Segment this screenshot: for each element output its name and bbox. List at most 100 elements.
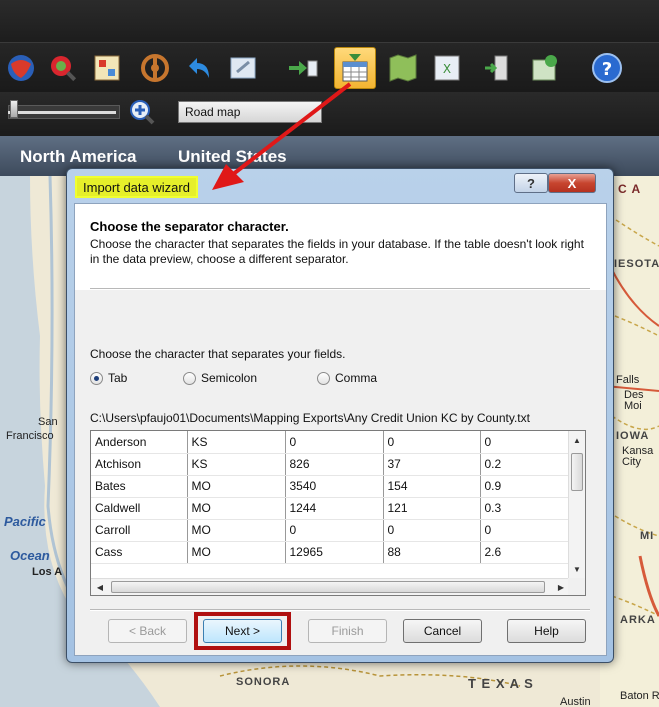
table-cell: 1244 bbox=[285, 497, 384, 520]
table-row: Atchison KS 826 37 0.2 bbox=[91, 453, 571, 476]
separator-prompt: Choose the character that separates your… bbox=[90, 347, 346, 361]
territory-map-icon[interactable] bbox=[386, 51, 420, 85]
wizard-description: Choose the character that separates the … bbox=[90, 237, 584, 266]
zoom-slider-fill bbox=[8, 111, 116, 114]
table-cell: Atchison bbox=[91, 453, 188, 476]
dialog-close-button[interactable]: X bbox=[548, 173, 596, 193]
table-cell: 0.3 bbox=[480, 497, 571, 520]
horizontal-scroll-thumb[interactable] bbox=[111, 581, 545, 593]
dialog-help-button[interactable]: ? bbox=[514, 173, 548, 193]
table-cell: KS bbox=[187, 431, 286, 454]
radio-tab[interactable]: Tab bbox=[90, 369, 127, 387]
zoom-in-icon[interactable] bbox=[128, 98, 156, 126]
map-label-baton: Baton R bbox=[620, 690, 659, 702]
svg-text:X: X bbox=[443, 62, 451, 76]
radio-semicolon-indicator[interactable] bbox=[183, 371, 196, 385]
table-cell: 0 bbox=[383, 519, 481, 542]
scroll-up-icon[interactable]: ▲ bbox=[570, 433, 584, 447]
radio-semicolon[interactable]: Semicolon bbox=[183, 369, 257, 387]
breadcrumb-country[interactable]: United States bbox=[178, 147, 287, 167]
table-cell: 88 bbox=[383, 541, 481, 564]
route-wheel-icon[interactable] bbox=[138, 51, 172, 85]
dialog-body: Choose the separator character. Choose t… bbox=[74, 203, 607, 656]
footer-divider bbox=[90, 609, 590, 611]
data-preview-grid[interactable]: Anderson KS 0 0 0 Atchison KS 826 37 0.2 bbox=[90, 430, 586, 596]
table-row: Anderson KS 0 0 0 bbox=[91, 431, 571, 454]
table-cell: 0 bbox=[285, 519, 384, 542]
horizontal-scrollbar[interactable]: ◀ ▶ bbox=[91, 578, 570, 595]
map-label-ca: C A bbox=[618, 182, 642, 196]
radio-tab-indicator[interactable] bbox=[90, 371, 103, 385]
table-cell: 0 bbox=[480, 519, 571, 542]
top-bar bbox=[0, 0, 659, 42]
table-cell: 0 bbox=[480, 431, 571, 454]
dialog-titlebar[interactable]: Import data wizard ? X bbox=[67, 169, 613, 205]
help-button[interactable]: Help bbox=[507, 619, 586, 643]
table-row: Bates MO 3540 154 0.9 bbox=[91, 475, 571, 498]
file-path-label: C:\Users\pfaujo01\Documents\Mapping Expo… bbox=[90, 411, 530, 425]
map-label-kansas-city: Kansa City bbox=[622, 445, 654, 468]
map-label-des-moines: Des Moi bbox=[624, 389, 644, 412]
cancel-button[interactable]: Cancel bbox=[403, 619, 482, 643]
radio-tab-label: Tab bbox=[108, 371, 128, 385]
scroll-right-icon[interactable]: ▶ bbox=[554, 580, 568, 594]
map-legend-icon[interactable] bbox=[90, 51, 124, 85]
table-row: Caldwell MO 1244 121 0.3 bbox=[91, 497, 571, 520]
map-label-pacific: Pacific bbox=[4, 514, 46, 529]
table-cell: Bates bbox=[91, 475, 188, 498]
header-divider bbox=[90, 288, 590, 290]
import-data-icon[interactable] bbox=[334, 47, 376, 89]
table-cell: 826 bbox=[285, 453, 384, 476]
vertical-scrollbar[interactable]: ▲ ▼ bbox=[568, 431, 585, 578]
radio-comma-label: Comma bbox=[335, 371, 378, 385]
excel-icon[interactable]: X bbox=[430, 51, 464, 85]
back-button[interactable]: < Back bbox=[108, 619, 187, 643]
vertical-scroll-thumb[interactable] bbox=[571, 453, 583, 491]
table-cell: 0.2 bbox=[480, 453, 571, 476]
table-cell: MO bbox=[187, 541, 286, 564]
map-label-mi: MI bbox=[640, 530, 655, 542]
export-arrow-icon[interactable] bbox=[286, 51, 320, 85]
map-pin-icon[interactable] bbox=[528, 51, 562, 85]
dialog-title: Import data wizard bbox=[75, 176, 198, 198]
help-icon[interactable]: ? bbox=[590, 51, 624, 85]
svg-text:?: ? bbox=[602, 59, 612, 80]
import-data-wizard-dialog: Import data wizard ? X Choose the separa… bbox=[66, 168, 614, 663]
finish-button[interactable]: Finish bbox=[308, 619, 387, 643]
table-cell: 154 bbox=[383, 475, 481, 498]
table-row: Cass MO 12965 88 2.6 bbox=[91, 541, 571, 564]
scroll-down-icon[interactable]: ▼ bbox=[570, 562, 584, 576]
wizard-heading: Choose the separator character. bbox=[90, 219, 289, 234]
table-cell: 121 bbox=[383, 497, 481, 520]
map-label-ocean: Ocean bbox=[10, 548, 50, 563]
sign-out-icon[interactable] bbox=[480, 51, 514, 85]
table-cell: Carroll bbox=[91, 519, 188, 542]
table-cell: 2.6 bbox=[480, 541, 571, 564]
scrollbar-corner bbox=[568, 578, 585, 595]
map-label-austin: Austin bbox=[560, 696, 591, 707]
breadcrumb-region[interactable]: North America bbox=[20, 147, 137, 167]
radio-comma-indicator[interactable] bbox=[317, 371, 330, 385]
table-cell: 12965 bbox=[285, 541, 384, 564]
undo-arrow-icon[interactable] bbox=[182, 51, 216, 85]
zoom-slider-handle[interactable] bbox=[10, 100, 18, 118]
map-label-arkansas: ARKA bbox=[620, 614, 656, 626]
table-cell: MO bbox=[187, 519, 286, 542]
map-label-minnesota: IESOTA bbox=[614, 258, 659, 270]
table-row: Carroll MO 0 0 0 bbox=[91, 519, 571, 542]
separator-radio-group: Tab Semicolon Comma bbox=[90, 369, 570, 387]
find-location-icon[interactable] bbox=[46, 51, 80, 85]
zoom-extent-icon[interactable] bbox=[226, 51, 260, 85]
globe-icon[interactable] bbox=[4, 51, 38, 85]
map-type-select[interactable]: Road map bbox=[178, 101, 322, 123]
table-cell: Caldwell bbox=[91, 497, 188, 520]
table-cell: Cass bbox=[91, 541, 188, 564]
scroll-left-icon[interactable]: ◀ bbox=[93, 580, 107, 594]
radio-semicolon-label: Semicolon bbox=[201, 371, 258, 385]
radio-comma[interactable]: Comma bbox=[317, 369, 377, 387]
table-cell: Anderson bbox=[91, 431, 188, 454]
main-toolbar: X ? bbox=[0, 42, 659, 92]
table-cell: 0 bbox=[285, 431, 384, 454]
map-label-sonora: SONORA bbox=[236, 676, 291, 688]
map-label-los-angeles: Los A bbox=[32, 566, 63, 578]
